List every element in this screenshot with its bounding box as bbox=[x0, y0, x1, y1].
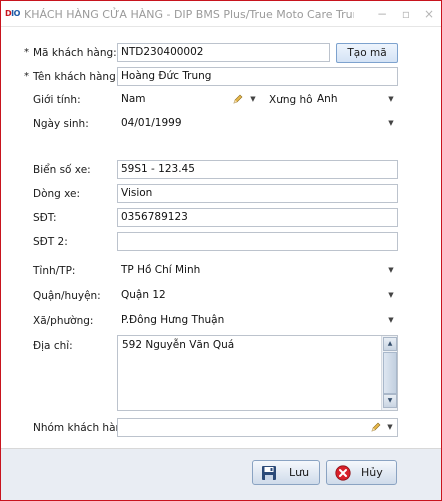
generate-code-button[interactable]: Tạo mã bbox=[336, 43, 398, 63]
gender-select[interactable]: Nam ▼ bbox=[117, 90, 260, 109]
chevron-down-icon[interactable]: ▼ bbox=[385, 287, 397, 304]
district-value: Quận 12 bbox=[121, 289, 166, 301]
chevron-down-icon[interactable]: ▼ bbox=[247, 91, 259, 108]
chevron-down-icon[interactable]: ▼ bbox=[385, 312, 397, 329]
address-value: 592 Nguyễn Văn Quá bbox=[122, 339, 235, 351]
plate-label: Biển số xe: bbox=[33, 164, 91, 176]
phone-input[interactable]: 0356789123 bbox=[117, 208, 398, 227]
chevron-down-icon[interactable]: ▼ bbox=[385, 115, 397, 132]
required-mark: * bbox=[24, 47, 29, 58]
salutation-label: Xưng hô: bbox=[269, 94, 317, 106]
salutation-value: Anh bbox=[317, 93, 338, 105]
chevron-down-icon[interactable]: ▼ bbox=[385, 262, 397, 279]
minimize-icon[interactable]: − bbox=[373, 6, 391, 22]
required-mark: * bbox=[24, 71, 29, 82]
address-label: Địa chỉ: bbox=[33, 340, 73, 352]
customer-name-input[interactable]: Hoàng Đức Trung bbox=[117, 67, 398, 86]
save-label: Lưu bbox=[289, 466, 310, 479]
window-title: KHÁCH HÀNG CỬA HÀNG - DIP BMS Plus/True … bbox=[24, 8, 354, 21]
district-label: Quận/huyện: bbox=[33, 290, 101, 302]
chevron-down-icon[interactable]: ▼ bbox=[384, 419, 396, 436]
ward-value: P.Đông Hưng Thuận bbox=[121, 314, 225, 326]
salutation-select[interactable]: Anh ▼ bbox=[313, 90, 398, 109]
scroll-thumb[interactable] bbox=[383, 352, 397, 394]
cancel-circle-icon bbox=[335, 465, 351, 481]
pencil-icon[interactable] bbox=[232, 93, 243, 105]
save-button[interactable]: Lưu bbox=[252, 460, 320, 485]
cancel-label: Hủy bbox=[361, 466, 383, 479]
customer-code-input[interactable]: NTD230400002 bbox=[117, 43, 330, 62]
bike-model-input[interactable]: Vision bbox=[117, 184, 398, 203]
maximize-icon[interactable]: ▫ bbox=[397, 6, 415, 22]
district-select[interactable]: Quận 12 ▼ bbox=[117, 286, 398, 305]
cancel-button[interactable]: Hủy bbox=[326, 460, 397, 485]
gender-label: Giới tính: bbox=[33, 94, 81, 106]
scroll-up-icon[interactable]: ▲ bbox=[383, 337, 397, 351]
dialog-footer: Lưu Hủy bbox=[1, 449, 441, 500]
plate-input[interactable]: 59S1 - 123.45 bbox=[117, 160, 398, 179]
chevron-down-icon[interactable]: ▼ bbox=[385, 91, 397, 108]
floppy-disk-icon bbox=[262, 466, 276, 480]
phone2-input[interactable] bbox=[117, 232, 398, 251]
customer-name-label: Tên khách hàng: bbox=[33, 71, 120, 83]
address-textarea[interactable]: 592 Nguyễn Văn Quá ▲ ▼ bbox=[117, 335, 398, 411]
customer-dialog: DIO KHÁCH HÀNG CỬA HÀNG - DIP BMS Plus/T… bbox=[0, 0, 442, 501]
phone-label: SĐT: bbox=[33, 212, 57, 224]
province-label: Tỉnh/TP: bbox=[33, 265, 76, 277]
app-logo-icon: DIO bbox=[5, 9, 20, 18]
close-icon[interactable]: × bbox=[420, 6, 438, 22]
title-bar[interactable]: DIO KHÁCH HÀNG CỬA HÀNG - DIP BMS Plus/T… bbox=[1, 1, 441, 27]
gender-value: Nam bbox=[121, 93, 146, 105]
pencil-icon[interactable] bbox=[370, 421, 381, 433]
ward-label: Xã/phường: bbox=[33, 315, 94, 327]
scroll-down-icon[interactable]: ▼ bbox=[383, 394, 397, 408]
province-value: TP Hồ Chí Minh bbox=[121, 264, 201, 276]
birthday-label: Ngày sinh: bbox=[33, 118, 89, 130]
birthday-picker[interactable]: 04/01/1999 ▼ bbox=[117, 114, 398, 133]
bike-model-label: Dòng xe: bbox=[33, 188, 81, 200]
province-select[interactable]: TP Hồ Chí Minh ▼ bbox=[117, 261, 398, 280]
phone2-label: SĐT 2: bbox=[33, 236, 68, 248]
customer-group-select[interactable]: ▼ bbox=[117, 418, 398, 437]
birthday-value: 04/01/1999 bbox=[121, 117, 182, 129]
customer-code-label: Mã khách hàng: bbox=[33, 47, 117, 59]
address-scrollbar[interactable]: ▲ ▼ bbox=[381, 336, 397, 410]
ward-select[interactable]: P.Đông Hưng Thuận ▼ bbox=[117, 311, 398, 330]
